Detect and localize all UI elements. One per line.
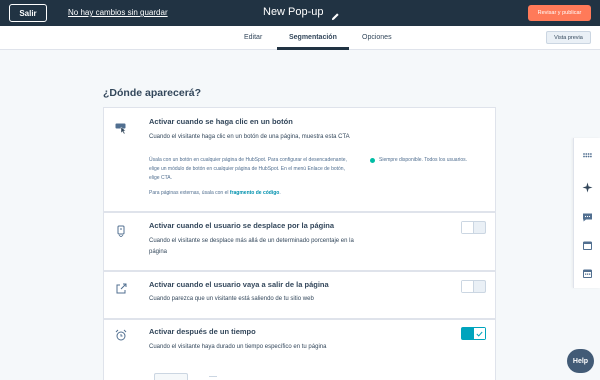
check-icon bbox=[476, 331, 483, 337]
calendar-icon[interactable] bbox=[582, 238, 593, 250]
delay-unit-divider bbox=[209, 376, 217, 380]
exit-button[interactable]: Salir bbox=[9, 4, 47, 22]
toggle-knob bbox=[462, 281, 474, 292]
option-card-exit-intent[interactable]: Activar cuando el usuario vaya a salir d… bbox=[103, 271, 496, 319]
code-snippet-link[interactable]: fragmento de código bbox=[230, 190, 279, 196]
time-delay-toggle[interactable] bbox=[461, 327, 486, 340]
top-header: Salir No hay cambios sin guardar New Pop… bbox=[0, 0, 600, 26]
option-title: Activar después de un tiempo bbox=[149, 327, 256, 336]
pencil-icon[interactable] bbox=[331, 8, 340, 20]
exit-icon bbox=[115, 282, 127, 294]
external-prefix: Para páginas externas, úsala con el bbox=[149, 190, 229, 196]
option-description: Cuando el visitante haga clic en un botó… bbox=[149, 134, 350, 140]
option-title: Activar cuando el usuario se desplace po… bbox=[149, 221, 335, 230]
status-dot bbox=[370, 157, 375, 163]
grid-dots-icon[interactable] bbox=[582, 148, 593, 159]
scroll-toggle[interactable] bbox=[461, 221, 486, 234]
scroll-icon bbox=[115, 224, 127, 238]
toggle-knob bbox=[462, 222, 474, 233]
option-card-time-delay[interactable]: Activar después de un tiempo Cuando el v… bbox=[103, 319, 496, 380]
preview-button[interactable]: Vista previa bbox=[546, 31, 591, 44]
review-publish-button[interactable]: Revisar y publicar bbox=[528, 5, 591, 21]
section-heading: ¿Dónde aparecerá? bbox=[103, 87, 202, 99]
status-text: Siempre disponible. Todos los usuarios. bbox=[379, 157, 468, 163]
option-title: Activar cuando el usuario vaya a salir d… bbox=[149, 280, 329, 289]
option-description: Cuando el visitante haya durado un tiemp… bbox=[149, 344, 327, 350]
tab-editar[interactable]: Editar bbox=[244, 34, 262, 41]
alarm-clock-icon bbox=[115, 328, 127, 341]
cursor-click-icon bbox=[115, 121, 127, 135]
page-title[interactable]: New Pop-up bbox=[263, 6, 324, 18]
active-tab-indicator bbox=[277, 47, 349, 50]
option-note: Úsala con un botón en cualquier página d… bbox=[149, 157, 347, 181]
unsaved-changes-link[interactable]: No hay cambios sin guardar bbox=[68, 8, 168, 17]
exit-intent-toggle[interactable] bbox=[461, 280, 486, 293]
tab-opciones[interactable]: Opciones bbox=[362, 34, 392, 41]
title-wrap: New Pop-up bbox=[263, 6, 340, 20]
chat-icon[interactable] bbox=[582, 210, 593, 222]
help-button[interactable]: Help bbox=[567, 349, 594, 373]
toggle-knob bbox=[473, 328, 485, 339]
calendar-alt-icon[interactable] bbox=[582, 266, 593, 278]
delay-input[interactable] bbox=[154, 373, 188, 380]
availability-status: Siempre disponible. Todos los usuarios. bbox=[370, 157, 467, 163]
option-card-button-click[interactable]: Activar cuando se haga clic en un botón … bbox=[103, 107, 496, 212]
sparkle-icon[interactable] bbox=[582, 180, 593, 193]
tab-segmentacion[interactable]: Segmentación bbox=[289, 34, 337, 41]
option-description: Cuando parezca que un visitante está sal… bbox=[149, 296, 314, 302]
external-pages-text: Para páginas externas, úsala con el frag… bbox=[149, 190, 281, 196]
option-card-scroll[interactable]: Activar cuando el usuario se desplace po… bbox=[103, 212, 496, 271]
right-side-panel bbox=[573, 138, 600, 288]
option-title: Activar cuando se haga clic en un botón bbox=[149, 117, 293, 126]
external-suffix: . bbox=[279, 190, 281, 196]
option-description: Cuando el visitante se desplace más allá… bbox=[149, 238, 354, 255]
